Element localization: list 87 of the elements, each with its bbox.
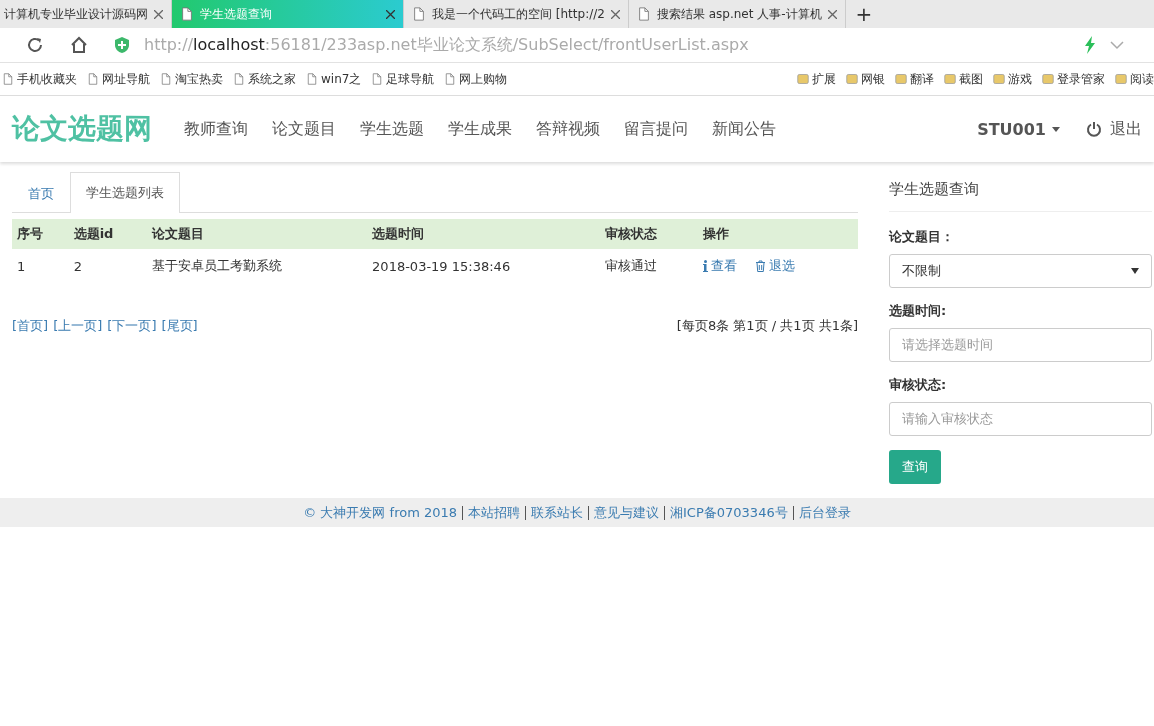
column-header: 论文题目 [146,219,368,249]
toolbar-item[interactable]: 截图 [944,70,983,88]
field-label: 选题时间: [889,302,948,320]
url-text[interactable]: http://localhost:56181/233asp.net毕业论文系统/SubSelect/frontUserList.aspx [144,34,1070,56]
nav-link[interactable]: 新闻公告 [700,118,788,140]
toolbar-item[interactable]: 登录管家 [1042,70,1105,88]
page-icon [371,72,384,86]
nav-link[interactable]: 论文题目 [260,118,348,140]
bolt-icon[interactable] [1084,36,1096,54]
tab[interactable]: 学生选题列表 [70,172,180,213]
browser-tab[interactable]: 我是一个代码工的空间 [http://2 [404,0,629,28]
bookmark-item[interactable]: 网上购物 [444,70,508,88]
nav-link[interactable]: 学生成果 [436,118,524,140]
close-icon[interactable] [827,9,837,19]
toolbar-item[interactable]: 网银 [846,70,885,88]
info-icon [702,260,708,272]
page-icon [180,6,194,22]
app-icon [993,72,1005,86]
toolbar-item[interactable]: 扩展 [797,70,836,88]
bookmark-item[interactable]: 淘宝热卖 [160,70,223,88]
nav-link[interactable]: 留言提问 [612,118,700,140]
close-icon[interactable] [610,9,620,19]
bookmark-item[interactable]: win7之 [306,70,362,88]
new-tab-button[interactable]: + [845,0,883,28]
column-header: 选题时间 [367,219,600,249]
app-icon [944,72,956,86]
shield-icon [114,36,130,54]
bookmark-item[interactable]: 网址导航 [87,70,150,88]
column-header: 序号 [12,219,69,249]
pager-link[interactable]: [首页] [12,317,49,335]
page-icon [412,6,426,22]
app-icon [895,72,907,86]
power-icon [1086,121,1102,137]
close-icon[interactable] [386,9,395,19]
view-link[interactable]: 查看 [702,257,737,275]
page-icon [87,72,99,86]
table-cell: 2018-03-19 15:38:46 [367,249,600,283]
page-summary: [每页8条 第1页 / 共1页 共1条] [676,317,858,335]
app-icon [797,72,809,86]
close-icon[interactable] [154,9,163,19]
page-icon [233,72,245,86]
logout-link[interactable]: 退出 [1086,118,1142,140]
column-header: 操作 [697,219,858,249]
page-icon [160,72,172,86]
panel-title: 学生选题查询 [889,172,1152,212]
pager-link[interactable]: [尾页] [161,317,198,335]
table-cell: 2 [68,249,147,283]
trash-icon [754,260,766,272]
footer-link[interactable]: 意见与建议 [594,503,660,522]
nav-link[interactable]: 答辩视频 [524,118,612,140]
pager-link[interactable]: [下一页] [107,317,157,335]
field-label: 论文题目： [889,228,955,246]
footer-link[interactable]: 湘ICP备0703346号 [670,503,788,522]
bookmark-item[interactable]: 足球导航 [371,70,435,88]
bookmark-item[interactable]: 手机收藏夹 [2,70,77,88]
bookmark-item[interactable]: 系统之家 [233,70,296,88]
table-cell: 审核通过 [600,249,698,283]
reload-icon[interactable] [26,36,44,54]
toolbar-item[interactable]: 翻译 [895,70,934,88]
footer-link[interactable]: 本站招聘 [468,503,521,522]
footer-link[interactable]: 后台登录 [798,503,851,522]
home-icon[interactable] [70,36,88,54]
caret-icon [1052,126,1060,132]
footer-link[interactable]: © 大神开发网 from 2018 [303,503,458,522]
column-header: 选题id [68,219,147,249]
app-icon [846,72,858,86]
column-header: 审核状态 [600,219,698,249]
select-field[interactable]: 不限制 [889,254,1152,288]
app-icon [1042,72,1054,86]
withdraw-link[interactable]: 退选 [754,257,795,275]
caret-icon [1131,268,1139,274]
table-cell: 基于安卓员工考勤系统 [146,249,368,283]
table-cell: 1 [12,249,69,283]
pager-link[interactable]: [上一页] [53,317,103,335]
nav-link[interactable]: 教师查询 [172,118,260,140]
toolbar-item[interactable]: 阅读 [1115,70,1154,88]
page-icon [636,6,651,22]
page-icon [444,72,457,86]
tab[interactable]: 首页 [12,173,70,213]
nav-link[interactable]: 学生选题 [348,118,436,140]
toolbar-item[interactable]: 游戏 [993,70,1032,88]
page-icon [306,72,318,86]
field-label: 审核状态: [889,376,948,394]
browser-tab[interactable]: 搜索结果 asp.net 人事-计算机 [628,0,846,28]
user-menu[interactable]: STU001 [977,119,1060,139]
footer-link[interactable]: 联系站长 [531,503,584,522]
app-icon [1115,72,1127,86]
